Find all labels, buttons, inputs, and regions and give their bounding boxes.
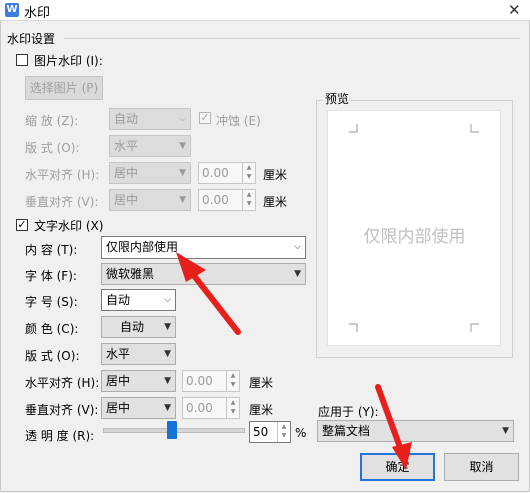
arrow-to-ok-button (375, 384, 412, 470)
annotation-arrows (176, 252, 412, 470)
arrow-to-content-input (176, 252, 241, 335)
